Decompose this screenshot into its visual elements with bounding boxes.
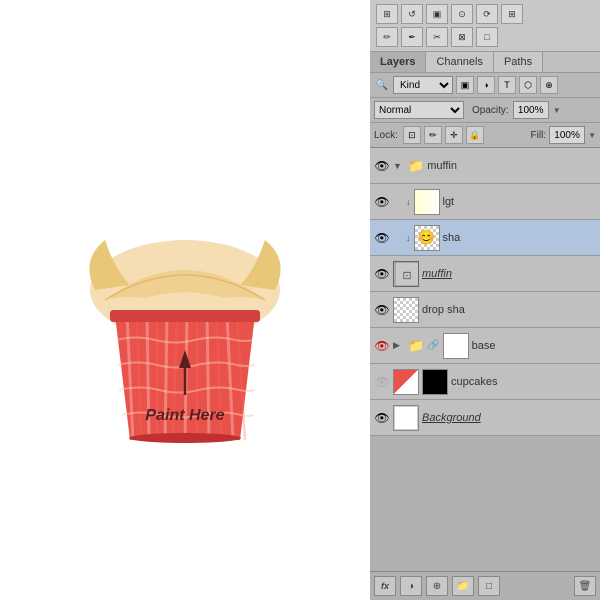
add-mask-button[interactable]: ◑ (400, 576, 422, 596)
toolbar-row-2: ✏ ✒ ✂ ⊠ □ (376, 27, 594, 47)
blend-mode-select[interactable]: Normal Multiply Screen (374, 101, 464, 119)
tb-btn-8[interactable]: ✒ (401, 27, 423, 47)
icon-shape[interactable]: ⬡ (519, 76, 537, 94)
thumb-cupcakes (393, 369, 419, 395)
eye-lgt[interactable]: 👁 (374, 194, 390, 210)
tab-paths[interactable]: Paths (494, 52, 543, 72)
search-icon: 🔍 (374, 77, 390, 93)
thumb-sha: 😊 (414, 225, 440, 251)
cupcake-svg: Paint Here (75, 210, 295, 470)
eye-sha[interactable]: 👁 (374, 230, 390, 246)
toolbar: ⊞ ↺ ▣ ⊙ ⟳ ⊞ ✏ ✒ ✂ ⊠ □ (370, 0, 600, 52)
folder-base: 📁 (408, 338, 424, 354)
lock-all[interactable]: 🔒 (466, 126, 484, 144)
expand-muffin[interactable]: ▼ (393, 161, 405, 171)
icon-filter[interactable]: ⊕ (540, 76, 558, 94)
tb-btn-11[interactable]: □ (476, 27, 498, 47)
layer-base-group[interactable]: 👁 ▶ 📁 🔗 base (370, 328, 600, 364)
tb-btn-9[interactable]: ✂ (426, 27, 448, 47)
layer-name-sha: sha (443, 232, 597, 244)
canvas-area: Paint Here (0, 0, 370, 600)
layer-name-drop-sha: drop sha (422, 304, 596, 316)
lock-row: Lock: ⊡ ✏ ✛ 🔒 Fill: ▼ (370, 123, 600, 148)
opacity-label: Opacity: (472, 105, 509, 116)
fill-label: Fill: (531, 130, 547, 141)
delete-layer-button[interactable]: 🗑 (574, 576, 596, 596)
tabs-bar: Layers Channels Paths (370, 52, 600, 73)
icon-adjust[interactable]: ◑ (477, 76, 495, 94)
eye-background[interactable]: 👁 (374, 410, 390, 426)
cupcake-illustration: Paint Here (75, 210, 295, 470)
controls-row: 🔍 Kind ▣ ◑ T ⬡ ⊕ (370, 73, 600, 98)
layer-name-muffin-group: muffin (427, 160, 596, 172)
chain-base: 🔗 (427, 340, 439, 351)
thumb-drop-sha (393, 297, 419, 323)
lock-label: Lock: (374, 130, 398, 141)
thumb-background (393, 405, 419, 431)
fill-arrow: ▼ (588, 131, 596, 140)
layer-name-base: base (472, 340, 596, 352)
expand-base[interactable]: ▶ (393, 340, 405, 351)
layer-lgt[interactable]: 👁 ↓ lgt (370, 184, 600, 220)
icon-type[interactable]: T (498, 76, 516, 94)
tb-btn-4[interactable]: ⊙ (451, 4, 473, 24)
new-layer-button[interactable]: □ (478, 576, 500, 596)
tb-btn-6[interactable]: ⊞ (501, 4, 523, 24)
tb-btn-7[interactable]: ✏ (376, 27, 398, 47)
adjustment-button[interactable]: ⊕ (426, 576, 448, 596)
layer-name-lgt: lgt (443, 196, 597, 208)
opacity-arrow: ▼ (553, 106, 561, 115)
tb-btn-5[interactable]: ⟳ (476, 4, 498, 24)
eye-drop-sha[interactable]: 👁 (374, 302, 390, 318)
tb-btn-2[interactable]: ↺ (401, 4, 423, 24)
blend-row: Normal Multiply Screen Opacity: ▼ (370, 98, 600, 123)
layer-name-muffin-layer: muffin (422, 268, 596, 280)
layer-sha[interactable]: 👁 ↓ 😊 sha (370, 220, 600, 256)
panel-area: ⊞ ↺ ▣ ⊙ ⟳ ⊞ ✏ ✒ ✂ ⊠ □ Layers Channels Pa… (370, 0, 600, 600)
tb-btn-3[interactable]: ▣ (426, 4, 448, 24)
thumb-lgt (414, 189, 440, 215)
eye-cupcakes[interactable]: 👁 (374, 374, 390, 390)
layer-drop-sha[interactable]: 👁 drop sha (370, 292, 600, 328)
layer-muffin-group[interactable]: 👁 ▼ 📁 muffin (370, 148, 600, 184)
layer-cupcakes[interactable]: 👁 cupcakes (370, 364, 600, 400)
layer-muffin-layer[interactable]: 👁 ⊡ muffin (370, 256, 600, 292)
tb-btn-1[interactable]: ⊞ (376, 4, 398, 24)
eye-muffin-group[interactable]: 👁 (374, 158, 390, 174)
opacity-input[interactable] (513, 101, 549, 119)
toolbar-row-1: ⊞ ↺ ▣ ⊙ ⟳ ⊞ (376, 4, 594, 24)
thumb-muffin-fx: ⊡ (393, 261, 419, 287)
new-group-button[interactable]: 📁 (452, 576, 474, 596)
kind-select[interactable]: Kind (393, 76, 453, 94)
fill-input[interactable] (549, 126, 585, 144)
eye-muffin-layer[interactable]: 👁 (374, 266, 390, 282)
fx-button[interactable]: fx (374, 576, 396, 596)
thumb-cupcakes-mask (422, 369, 448, 395)
tb-btn-10[interactable]: ⊠ (451, 27, 473, 47)
layer-name-cupcakes: cupcakes (451, 376, 596, 388)
tab-layers[interactable]: Layers (370, 52, 426, 72)
clip-lgt: ↓ (406, 197, 411, 207)
panel-bottom: fx ◑ ⊕ 📁 □ 🗑 (370, 571, 600, 600)
lock-image[interactable]: ✏ (424, 126, 442, 144)
thumb-base (443, 333, 469, 359)
icon-pixel[interactable]: ▣ (456, 76, 474, 94)
folder-muffin: 📁 (408, 158, 424, 174)
layer-name-background: Background (422, 412, 596, 424)
layers-list: 👁 ▼ 📁 muffin 👁 ↓ lgt 👁 ↓ 😊 sha (370, 148, 600, 571)
lock-transparent[interactable]: ⊡ (403, 126, 421, 144)
clip-sha: ↓ (406, 233, 411, 243)
tab-channels[interactable]: Channels (426, 52, 493, 72)
layer-background[interactable]: 👁 Background (370, 400, 600, 436)
svg-text:Paint Here: Paint Here (145, 407, 224, 424)
smile-icon: 😊 (418, 229, 435, 246)
lock-position[interactable]: ✛ (445, 126, 463, 144)
svg-text:⊡: ⊡ (402, 270, 411, 282)
eye-base[interactable]: 👁 (374, 338, 390, 354)
